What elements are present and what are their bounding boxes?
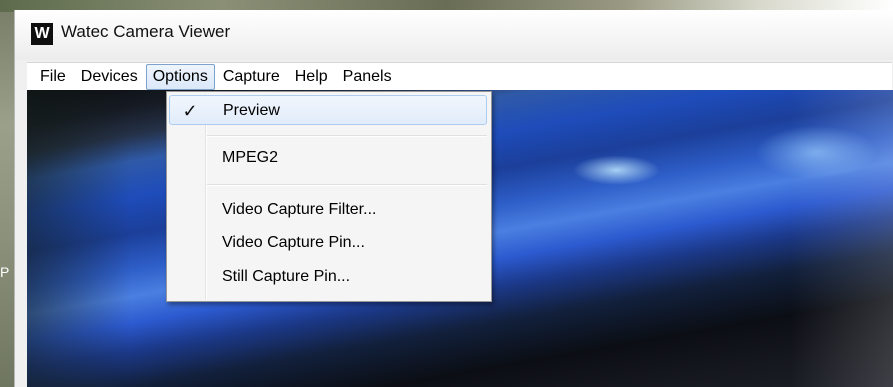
options-dropdown-menu: ✓ Preview MPEG2 Video Capture Filter... … — [166, 91, 492, 302]
menu-item-still-capture-pin[interactable]: Still Capture Pin... — [169, 262, 487, 292]
menu-separator — [207, 184, 487, 186]
menu-item-mpeg2[interactable]: MPEG2 — [169, 143, 487, 173]
title-bar[interactable]: W Watec Camera Viewer — [15, 10, 893, 60]
menu-capture[interactable]: Capture — [216, 64, 287, 90]
menu-panels[interactable]: Panels — [336, 64, 399, 90]
menu-item-label: Still Capture Pin... — [222, 268, 351, 285]
menu-item-preview[interactable]: ✓ Preview — [169, 95, 487, 125]
menu-separator — [207, 135, 487, 137]
menu-devices[interactable]: Devices — [74, 64, 145, 90]
menu-item-label: Preview — [223, 102, 280, 119]
menu-item-label: MPEG2 — [222, 149, 279, 166]
menu-item-video-capture-filter[interactable]: Video Capture Filter... — [169, 195, 487, 225]
desktop-edge-label: P — [0, 264, 10, 280]
menu-item-video-capture-pin[interactable]: Video Capture Pin... — [169, 228, 487, 258]
menu-file[interactable]: File — [33, 64, 73, 90]
menu-options[interactable]: Options — [145, 63, 215, 90]
app-logo-icon: W — [31, 23, 53, 45]
checkmark-icon: ✓ — [182, 101, 198, 121]
desktop-background-left — [0, 12, 14, 387]
menu-help[interactable]: Help — [288, 64, 335, 90]
menu-item-label: Video Capture Filter... — [222, 201, 377, 218]
window-title: Watec Camera Viewer — [61, 22, 231, 41]
menu-bar: File Devices Options Capture Help Panels — [27, 62, 892, 91]
menu-item-label: Video Capture Pin... — [222, 234, 365, 251]
